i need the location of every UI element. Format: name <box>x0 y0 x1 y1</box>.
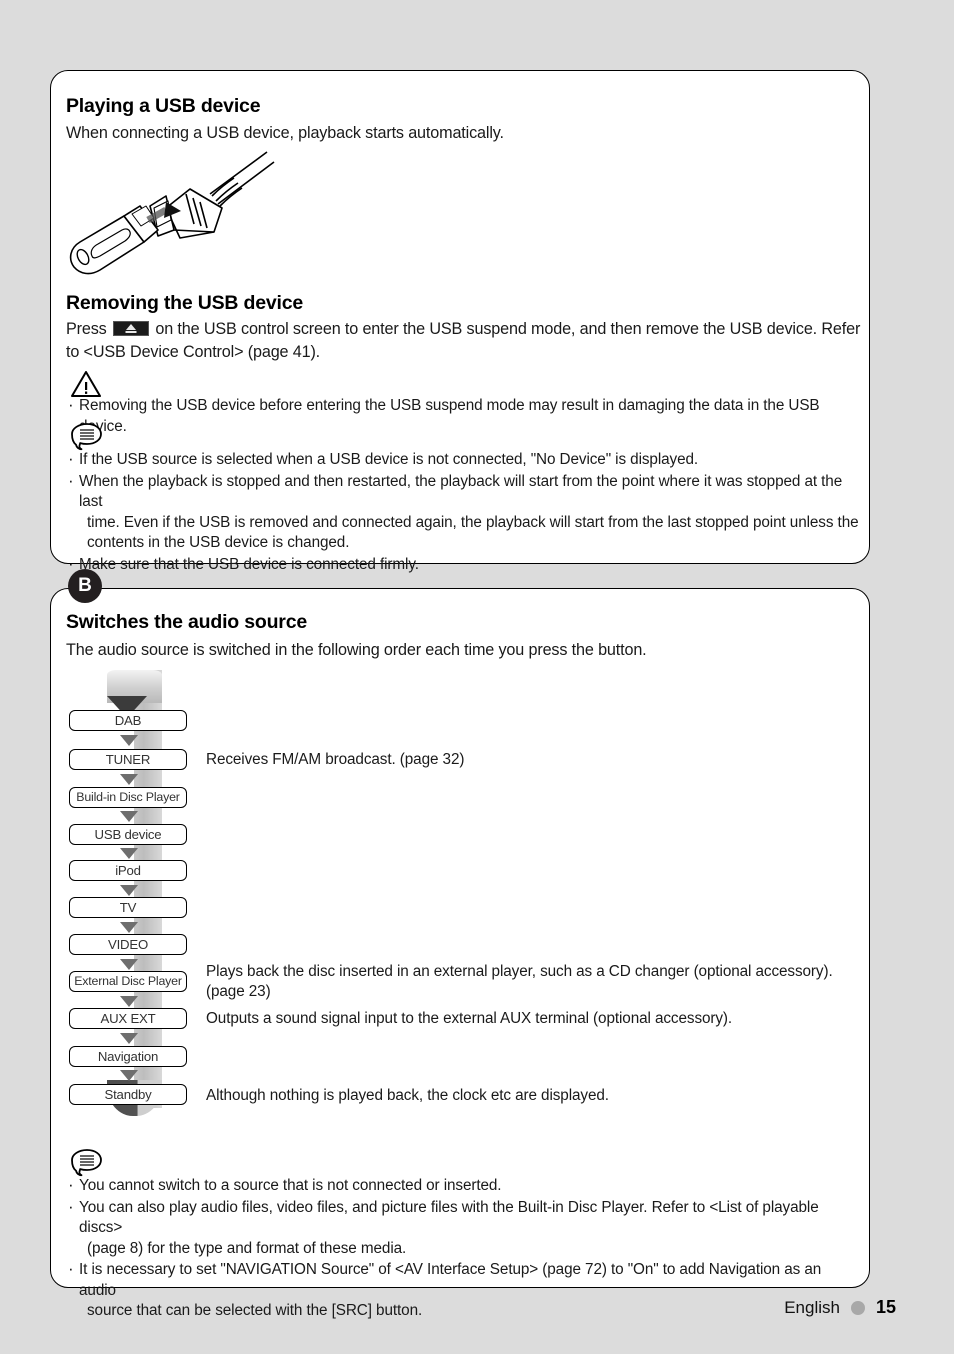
footer-page-number: 15 <box>875 1297 896 1317</box>
flow-desc-standby: Although nothing is played back, the clo… <box>206 1087 609 1104</box>
flow-arrow-icon <box>120 885 138 896</box>
usb-warning-bullet-list: Removing the USB device before entering … <box>66 395 866 438</box>
flow-desc-tuner: Receives FM/AM broadcast. (page 32) <box>206 751 465 768</box>
flow-node-video: VIDEO <box>69 934 187 955</box>
flow-arrow-icon <box>120 922 138 933</box>
footer-language-label: English <box>784 1297 840 1317</box>
flow-node-navigation: Navigation <box>69 1046 187 1067</box>
switches-audio-source-lead-text: The audio source is switched in the foll… <box>66 641 647 659</box>
list-item: Removing the USB device before entering … <box>66 395 866 437</box>
flow-node-standby: Standby <box>69 1084 187 1105</box>
flow-node-external-disc-player: External Disc Player <box>69 971 187 992</box>
flow-node-tuner: TUNER <box>69 749 187 770</box>
flow-desc-line: (page 23) <box>206 983 271 1000</box>
audio-source-note-bullet-list: You cannot switch to a source that is no… <box>66 1175 856 1323</box>
list-item: You can also play audio files, video fil… <box>66 1197 856 1260</box>
flow-desc-line: Plays back the disc inserted in an exter… <box>206 963 833 980</box>
switches-audio-source-heading: Switches the audio source <box>66 611 307 633</box>
flow-node-aux-ext: AUX EXT <box>69 1008 187 1029</box>
flow-loop-ribbon <box>134 670 162 1108</box>
removing-usb-paragraph: Press on the USB control screen to enter… <box>66 318 866 364</box>
footer-dot-separator-icon <box>850 1300 865 1315</box>
eject-button-icon <box>113 321 149 336</box>
list-item: If the USB source is selected when a USB… <box>66 449 866 471</box>
flow-arrow-icon <box>120 1070 138 1081</box>
note-speech-bubble-icon <box>70 1148 104 1178</box>
removing-usb-heading: Removing the USB device <box>66 292 304 314</box>
playing-usb-lead-text: When connecting a USB device, playback s… <box>66 124 504 142</box>
list-item: When the playback is stopped and then re… <box>66 471 866 554</box>
audio-source-flow-diagram: DAB TUNER Build-in Disc Player USB devic… <box>66 666 856 1136</box>
list-item: It is necessary to set "NAVIGATION Sourc… <box>66 1259 856 1322</box>
flow-node-tv: TV <box>69 897 187 918</box>
press-label: Press <box>66 320 107 338</box>
flow-arrow-icon <box>120 848 138 859</box>
section-letter-badge: B <box>68 569 102 603</box>
list-item: You cannot switch to a source that is no… <box>66 1175 856 1197</box>
usb-note-bullet-list: If the USB source is selected when a USB… <box>66 449 866 576</box>
flow-node-build-in-disc-player: Build-in Disc Player <box>69 787 187 808</box>
warning-triangle-icon <box>70 370 102 398</box>
page-footer: English 15 <box>784 1297 896 1318</box>
flow-arrow-icon <box>120 735 138 746</box>
removing-usb-instruction: on the USB control screen to enter the U… <box>66 320 861 361</box>
flow-node-dab: DAB <box>69 710 187 731</box>
flow-arrow-icon <box>120 811 138 822</box>
flow-arrow-icon <box>120 1033 138 1044</box>
playing-usb-heading: Playing a USB device <box>66 95 261 117</box>
note-speech-bubble-icon <box>70 422 104 452</box>
list-item: Make sure that the USB device is connect… <box>66 554 866 576</box>
flow-arrow-icon <box>120 959 138 970</box>
flow-arrow-icon <box>120 774 138 785</box>
flow-arrow-icon <box>120 996 138 1007</box>
manual-page: Playing a USB device When connecting a U… <box>0 0 954 1354</box>
usb-flash-drive-connecting-to-cable-illustration <box>62 146 292 286</box>
flow-node-ipod: iPod <box>69 860 187 881</box>
flow-node-usb-device: USB device <box>69 824 187 845</box>
flow-desc-aux-ext: Outputs a sound signal input to the exte… <box>206 1010 733 1027</box>
flow-desc-external-disc-player: Plays back the disc inserted in an exter… <box>206 962 846 1002</box>
